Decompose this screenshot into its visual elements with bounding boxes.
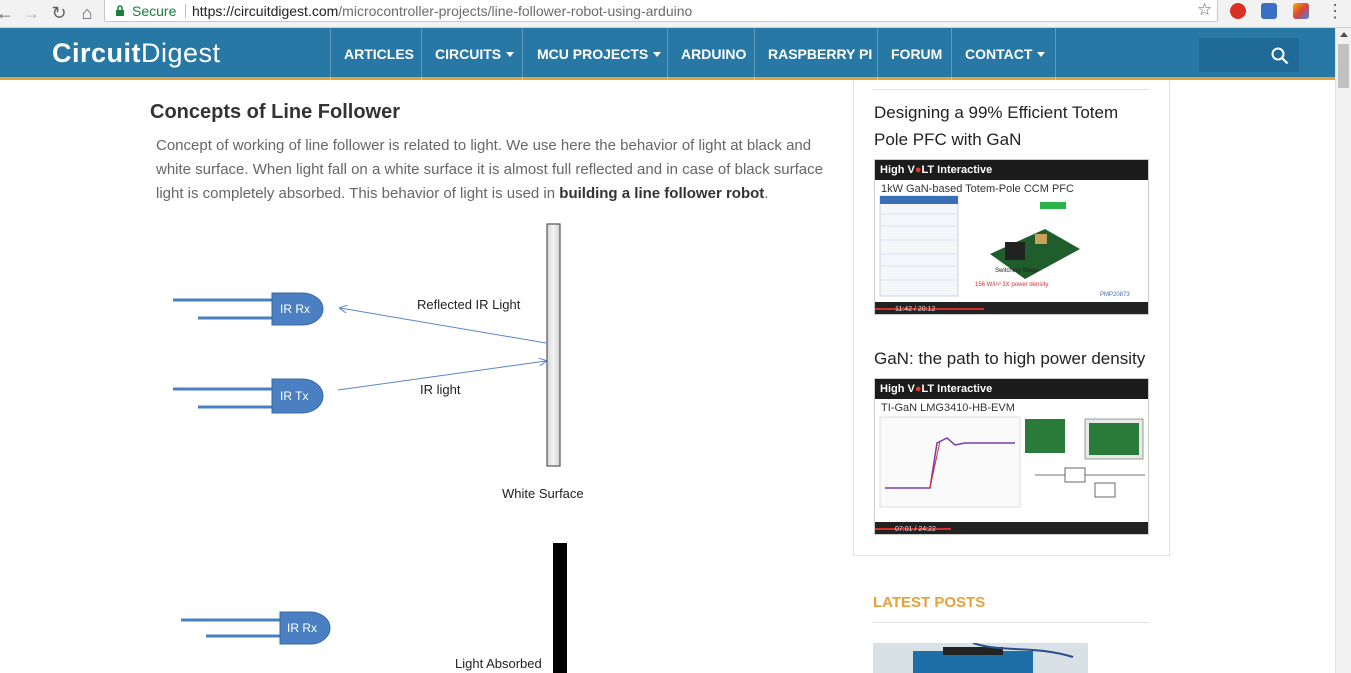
nav-articles[interactable]: ARTICLES [344, 46, 414, 62]
video-banner: High V●LT Interactive [875, 160, 1148, 180]
svg-text:156 W/in³ 3X power density: 156 W/in³ 3X power density [975, 282, 1048, 288]
secure-label: Secure [132, 3, 177, 19]
black-surface-bar [553, 543, 567, 673]
bookmark-star-icon[interactable]: ☆ [1197, 0, 1212, 20]
light-absorbed-label: Light Absorbed [455, 656, 542, 671]
extension-blue-icon[interactable] [1261, 3, 1277, 19]
site-logo[interactable]: CircuitDigest [52, 38, 221, 69]
video-thumbnail-2[interactable]: High V●LT Interactive TI-GaN LMG3410-HB-… [874, 378, 1149, 535]
video-time: 11:42 / 20:12 [895, 306, 936, 313]
nav-divider [951, 28, 952, 80]
video-title-1[interactable]: Designing a 99% Efficient Totem Pole PFC… [874, 99, 1154, 153]
address-bar[interactable]: Secure https://circuitdigest.com/microco… [104, 0, 1218, 22]
video-controls[interactable]: 07:01 / 24:22 [875, 522, 1148, 534]
nav-forum[interactable]: FORUM [891, 46, 942, 62]
video-banner: High V●LT Interactive [875, 379, 1148, 399]
section-heading: Concepts of Line Follower [150, 101, 401, 123]
nav-contact[interactable]: CONTACT [965, 46, 1046, 62]
browser-toolbar: ← → ↻ ⌂ Secure https://circuitdigest.com… [0, 0, 1351, 28]
video-preview-image [879, 416, 1145, 508]
video-time: 07:01 / 24:22 [895, 526, 936, 533]
line-follower-diagram: IR Rx IR Tx Reflected IR Light IR light … [150, 215, 850, 673]
nav-divider [1055, 28, 1056, 80]
nav-arduino[interactable]: ARDUINO [681, 46, 746, 62]
reflected-ray [340, 308, 547, 344]
ir-tx-label: IR Tx [280, 389, 309, 403]
scroll-thumb[interactable] [1338, 44, 1349, 88]
nav-raspberry-pi[interactable]: RASPBERRY PI [768, 46, 872, 62]
nav-mcu-projects[interactable]: MCU PROJECTS [537, 46, 662, 62]
video-title-2[interactable]: GaN: the path to high power density [874, 345, 1154, 372]
lock-icon [116, 5, 124, 16]
browser-menu-icon[interactable]: ⋮ [1326, 1, 1344, 22]
latest-post-image[interactable] [873, 643, 1088, 673]
omnibox-separator [185, 4, 186, 18]
svg-text:PMP20873: PMP20873 [1100, 292, 1130, 298]
page-scrollbar[interactable] [1335, 28, 1351, 673]
latest-post-thumbnail [873, 643, 1088, 673]
nav-divider [877, 28, 878, 80]
article-paragraph: Concept of working of line follower is r… [156, 137, 823, 202]
diagram-svg [173, 223, 567, 673]
caret-down-icon [1037, 52, 1046, 57]
url-text[interactable]: https://circuitdigest.com/microcontrolle… [192, 3, 692, 19]
nav-circuits[interactable]: CIRCUITS [435, 46, 515, 62]
reload-icon[interactable]: ↻ [48, 2, 70, 24]
extension-color-icon[interactable] [1293, 3, 1309, 19]
nav-divider [522, 28, 523, 80]
white-surface-bar [546, 223, 561, 467]
scroll-up-arrow-icon[interactable] [1340, 32, 1348, 37]
nav-divider [754, 28, 755, 80]
back-arrow-icon[interactable]: ← [0, 2, 16, 24]
ir-light-label: IR light [420, 382, 461, 397]
ir-rx-label: IR Rx [280, 302, 310, 316]
nav-divider [421, 28, 422, 80]
white-surface-label: White Surface [502, 486, 584, 501]
video-thumbnail-1[interactable]: High V●LT Interactive 1kW GaN-based Tote… [874, 159, 1149, 315]
svg-text:Switching Stage: Switching Stage [995, 268, 1039, 274]
caret-down-icon [506, 52, 515, 57]
latest-posts-heading: LATEST POSTS [873, 594, 986, 611]
nav-divider [330, 28, 331, 80]
nav-divider [667, 28, 668, 80]
video-controls[interactable]: 11:42 / 20:12 [875, 302, 1148, 314]
reflected-light-label: Reflected IR Light [417, 297, 521, 312]
forward-arrow-icon[interactable]: → [20, 2, 42, 24]
sidebar-divider [873, 89, 1150, 90]
site-header: CircuitDigest ARTICLES CIRCUITS MCU PROJ… [0, 28, 1335, 80]
article-bold-link: building a line follower robot [559, 185, 765, 202]
latest-posts-divider [873, 622, 1150, 623]
ir-rx-label-2: IR Rx [287, 621, 317, 635]
home-icon[interactable]: ⌂ [76, 2, 98, 24]
video-preview-image: Switching Stage 156 W/in³ 3X power densi… [879, 195, 1130, 298]
search-icon[interactable] [1271, 47, 1289, 65]
caret-down-icon [653, 52, 662, 57]
search-input[interactable] [1199, 38, 1299, 72]
extension-red-icon[interactable] [1230, 3, 1246, 19]
